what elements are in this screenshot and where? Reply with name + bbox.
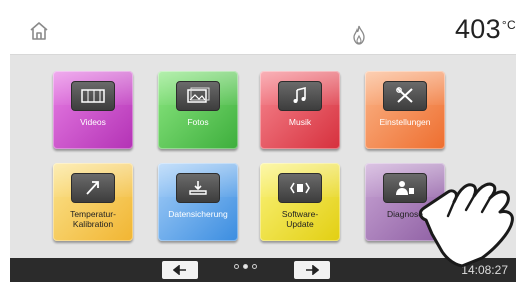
tools-icon [383,81,427,111]
tile-temperatur-kalibration[interactable]: Temperatur- Kalibration [53,163,133,241]
tile-label: Diagnose [387,209,423,219]
tile-label: Musik [288,117,312,127]
update-icon [278,173,322,203]
page-indicator [234,264,257,269]
technician-icon [383,173,427,203]
arrow-right-icon [306,265,319,275]
film-icon [71,81,115,111]
page-dot [234,264,239,269]
arrow-diagonal-icon [71,173,115,203]
flame-icon [353,25,365,45]
tile-label: Einstellungen [379,117,431,127]
temperature-value: 403 [454,14,501,44]
next-page-button[interactable] [294,261,330,279]
tile-datensicherung[interactable]: Datensicherung [158,163,238,241]
tile-label: Software- Update [281,209,319,229]
arrow-left-icon [173,265,186,275]
tile-einstellungen[interactable]: Einstellungen [365,71,445,149]
tile-label: Datensicherung [168,209,228,219]
data-backup-icon [176,173,220,203]
tile-musik[interactable]: Musik [260,71,340,149]
page-dot-active [243,264,248,269]
tile-fotos[interactable]: Fotos [158,71,238,149]
photo-icon [176,81,220,111]
pointing-hand-icon [418,182,514,268]
tile-label: Temperatur- Kalibration [70,209,116,229]
tile-label: Fotos [187,117,209,127]
tile-software-update[interactable]: Software- Update [260,163,340,241]
home-icon[interactable] [28,20,50,42]
previous-page-button[interactable] [162,261,198,279]
music-note-icon [278,81,322,111]
temperature-unit: °C [501,18,516,32]
temperature-display: 403°C [455,14,516,45]
top-bar: 403°C [10,12,516,54]
page-dot [252,264,257,269]
tile-videos[interactable]: Videos [53,71,133,149]
tile-label: Videos [80,117,106,127]
